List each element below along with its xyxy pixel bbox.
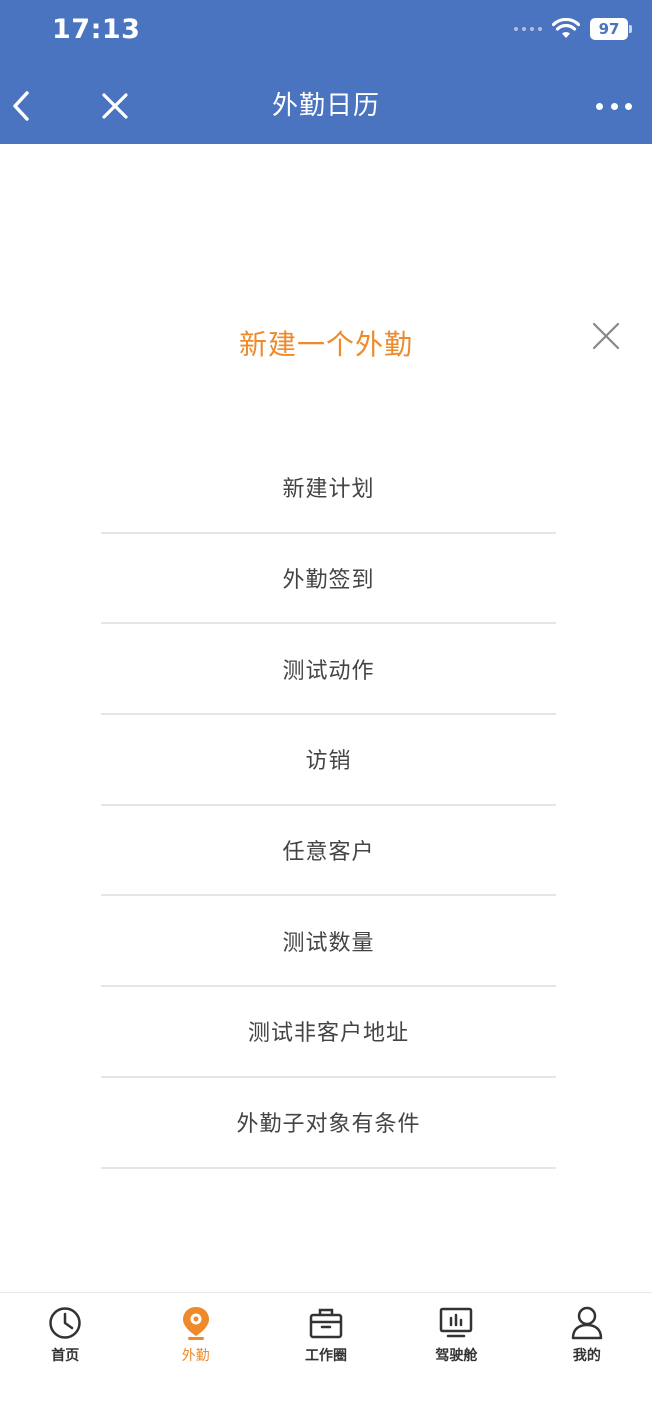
close-icon bbox=[592, 322, 620, 350]
menu-item-conditional-subobject[interactable]: 外勤子对象有条件 bbox=[101, 1078, 556, 1169]
briefcase-icon bbox=[309, 1308, 343, 1339]
menu-item-any-customer[interactable]: 任意客户 bbox=[101, 806, 556, 897]
menu-item-non-customer-address[interactable]: 测试非客户地址 bbox=[101, 987, 556, 1078]
more-icon bbox=[596, 102, 603, 110]
bottom-tab-bar: 首页 外勤 工作圈 驾驶舱 我的 bbox=[0, 1292, 652, 1404]
menu-item-test-action[interactable]: 测试动作 bbox=[101, 624, 556, 716]
status-indicators: 97 bbox=[514, 18, 632, 40]
sheet-title: 新建一个外勤 bbox=[238, 328, 413, 361]
sheet-close-button[interactable] bbox=[588, 318, 624, 354]
new-fieldwork-menu: 新建计划 外勤签到 测试动作 访销 任意客户 测试数量 测试非客户地址 外勤子对… bbox=[101, 443, 556, 1169]
wifi-icon bbox=[552, 18, 580, 38]
dashboard-icon bbox=[440, 1307, 473, 1338]
location-pin-icon bbox=[182, 1307, 209, 1340]
tab-mine[interactable]: 我的 bbox=[522, 1293, 652, 1404]
tab-label: 首页 bbox=[51, 1348, 80, 1364]
more-button[interactable] bbox=[596, 94, 632, 118]
page-title: 外勤日历 bbox=[271, 91, 380, 121]
tab-label: 驾驶舱 bbox=[435, 1348, 478, 1364]
tab-work-circle[interactable]: 工作圈 bbox=[261, 1293, 391, 1404]
signal-icon bbox=[514, 27, 542, 31]
menu-item-test-quantity[interactable]: 测试数量 bbox=[101, 896, 556, 988]
menu-item-check-in[interactable]: 外勤签到 bbox=[101, 534, 556, 625]
status-time: 17:13 bbox=[52, 14, 141, 45]
tab-home[interactable]: 首页 bbox=[0, 1293, 130, 1404]
tab-cockpit[interactable]: 驾驶舱 bbox=[391, 1293, 521, 1404]
tab-fieldwork[interactable]: 外勤 bbox=[130, 1293, 260, 1404]
app-header: 17:13 97 外勤日历 bbox=[0, 0, 652, 144]
clock-icon bbox=[49, 1307, 81, 1339]
tab-label: 工作圈 bbox=[305, 1348, 348, 1364]
tab-label: 我的 bbox=[572, 1348, 601, 1364]
menu-item-visit-sales[interactable]: 访销 bbox=[101, 715, 556, 806]
tab-label: 外勤 bbox=[181, 1348, 210, 1364]
battery-indicator: 97 bbox=[590, 18, 632, 40]
menu-item-new-plan[interactable]: 新建计划 bbox=[101, 443, 556, 534]
user-icon bbox=[571, 1306, 603, 1340]
